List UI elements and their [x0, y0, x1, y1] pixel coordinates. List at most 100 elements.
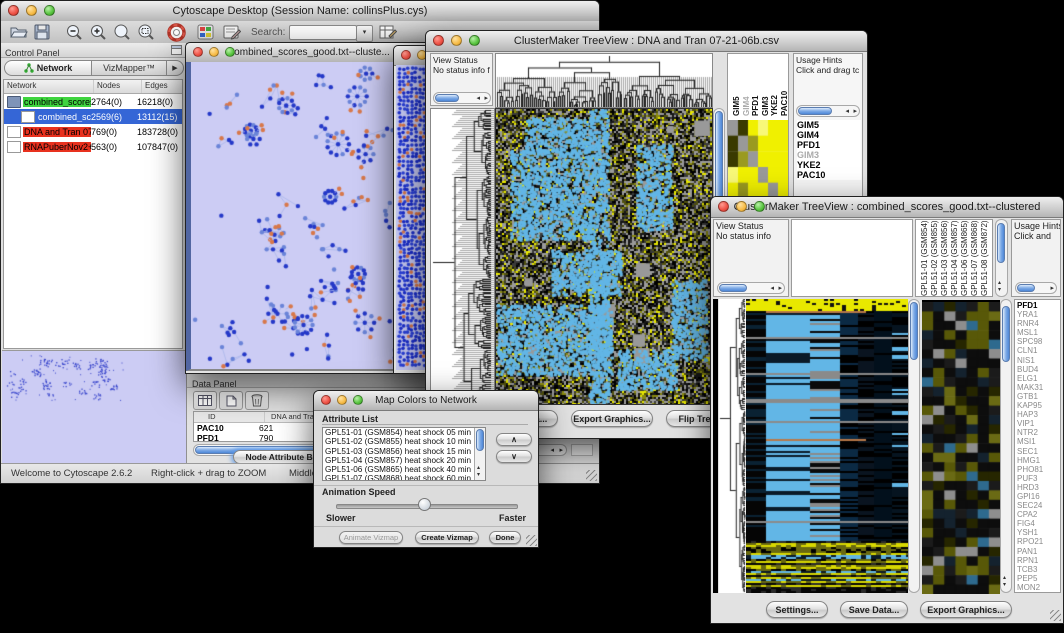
- gene-label[interactable]: PAN1: [1017, 547, 1060, 556]
- zoom-vscrollbar[interactable]: ▴ ▾: [1000, 299, 1012, 593]
- delete-attribute-icon[interactable]: [245, 391, 269, 410]
- scroll-right-arrow[interactable]: ▸: [853, 107, 857, 117]
- zoom-button[interactable]: [353, 395, 363, 405]
- close-button[interactable]: [8, 5, 19, 16]
- treeview1-titlebar[interactable]: ClusterMaker TreeView : DNA and Tran 07-…: [426, 31, 867, 52]
- gene-label[interactable]: YSH1: [1017, 528, 1060, 537]
- attribute-list-item[interactable]: GPL51-06 (GSM865) heat shock 40 min: [323, 465, 473, 474]
- labels-vscrollbar[interactable]: ▴ ▾: [995, 219, 1008, 297]
- animation-slider-thumb[interactable]: [418, 498, 431, 511]
- global-heatmap-canvas[interactable]: [746, 299, 908, 593]
- zoom-button[interactable]: [44, 5, 55, 16]
- network-row[interactable]: RNAPuberNov2+563(0)107847(0): [4, 139, 182, 154]
- gene-label[interactable]: RNR4: [1017, 319, 1060, 328]
- network-row[interactable]: DNA and Tran 07769(0)183728(0): [4, 124, 182, 139]
- gene-label[interactable]: GTB1: [1017, 392, 1060, 401]
- zoom-heatmap-canvas[interactable]: [922, 300, 1000, 594]
- attribute-list-vscroll[interactable]: ▴ ▾: [474, 428, 485, 480]
- heatmap-row-label[interactable]: GIM3: [797, 150, 861, 160]
- attribute-list-item[interactable]: GPL51-04 (GSM857) heat shock 20 min: [323, 456, 473, 465]
- tab-overflow-arrow[interactable]: ▶: [167, 60, 184, 76]
- scroll-thumb[interactable]: [1017, 284, 1035, 292]
- zoom-in-icon[interactable]: [89, 24, 107, 41]
- gene-label[interactable]: HRD3: [1017, 483, 1060, 492]
- search-dropdown-button[interactable]: ▾: [356, 25, 373, 42]
- network-row[interactable]: combined_scores2764(0)16218(0): [4, 94, 182, 109]
- scroll-left-arrow[interactable]: ◂: [845, 107, 849, 117]
- treeview2-titlebar[interactable]: ClusterMaker TreeView : combined_scores_…: [711, 197, 1063, 218]
- animate-vizmap-button[interactable]: Animate Vizmap: [339, 531, 403, 544]
- global-heatmap-canvas[interactable]: [495, 108, 713, 405]
- scroll-right-arrow[interactable]: ▸: [778, 284, 782, 294]
- gene-label[interactable]: PUF3: [1017, 474, 1060, 483]
- main-titlebar[interactable]: Cytoscape Desktop (Session Name: collins…: [1, 1, 599, 22]
- done-button[interactable]: Done: [489, 531, 521, 544]
- move-down-button[interactable]: ∨: [496, 450, 532, 463]
- float-panel-icon[interactable]: [171, 45, 182, 55]
- scroll-down-arrow[interactable]: ▾: [998, 287, 1001, 294]
- scroll-thumb[interactable]: [910, 302, 918, 360]
- gene-label[interactable]: BUD4: [1017, 365, 1060, 374]
- scroll-up-arrow[interactable]: ▴: [1003, 575, 1006, 582]
- attribute-list-item[interactable]: GPL51-03 (GSM856) heat shock 15 min: [323, 447, 473, 456]
- tab-network[interactable]: Network: [4, 60, 92, 76]
- network-row[interactable]: combined_sco2569(6)13112(15): [4, 109, 182, 124]
- vizmapper-icon[interactable]: [197, 24, 214, 40]
- usage-hints-hscroll[interactable]: ▸: [1015, 282, 1057, 294]
- heatmap-row-label[interactable]: YKE2: [797, 160, 861, 170]
- view-status-hscroll[interactable]: ◂ ▸: [717, 282, 785, 294]
- close-button[interactable]: [193, 47, 203, 57]
- new-attribute-icon[interactable]: [219, 391, 243, 410]
- attribute-list-item[interactable]: GPL51-07 (GSM868) heat shock 60 min: [323, 474, 473, 481]
- select-attributes-icon[interactable]: [193, 391, 217, 410]
- scroll-right-arrow[interactable]: ▸: [484, 94, 488, 104]
- export-graphics-button[interactable]: Export Graphics...: [571, 410, 653, 427]
- save-session-icon[interactable]: [34, 24, 50, 40]
- settings-button[interactable]: Settings...: [766, 601, 828, 618]
- scroll-down-arrow[interactable]: ▾: [477, 472, 480, 479]
- gene-label[interactable]: FIG4: [1017, 519, 1060, 528]
- attribute-list-item[interactable]: GPL51-01 (GSM854) heat shock 05 min: [323, 428, 473, 437]
- gene-label[interactable]: HMG1: [1017, 456, 1060, 465]
- gene-label[interactable]: RPN1: [1017, 556, 1060, 565]
- gene-label[interactable]: NTR2: [1017, 428, 1060, 437]
- scroll-thumb[interactable]: [1002, 306, 1010, 362]
- heatmap-vscrollbar[interactable]: [908, 299, 920, 593]
- close-button[interactable]: [433, 35, 444, 46]
- scroll-left-arrow[interactable]: ◂: [770, 284, 774, 294]
- row-dendrogram-canvas[interactable]: [430, 108, 495, 405]
- gene-label[interactable]: ELG1: [1017, 374, 1060, 383]
- scroll-up-arrow[interactable]: ▴: [477, 465, 480, 472]
- gene-label[interactable]: NIS1: [1017, 356, 1060, 365]
- gene-label[interactable]: MON2: [1017, 583, 1060, 592]
- close-button[interactable]: [321, 395, 331, 405]
- column-dendrogram-canvas[interactable]: [495, 53, 713, 108]
- scroll-right-arrow[interactable]: ▸: [559, 446, 563, 456]
- column-dendrogram-area[interactable]: [791, 219, 913, 297]
- zoom-selected-icon[interactable]: [113, 24, 131, 41]
- zoom-fit-icon[interactable]: [137, 24, 155, 41]
- zoom-button[interactable]: [225, 47, 235, 57]
- tab-vizmapper[interactable]: VizMapper™: [92, 60, 167, 76]
- export-graphics-button[interactable]: Export Graphics...: [920, 601, 1012, 618]
- gene-label[interactable]: SEC1: [1017, 447, 1060, 456]
- attribute-list-item[interactable]: GPL51-02 (GSM855) heat shock 10 min: [323, 437, 473, 446]
- usage-hints-hscroll[interactable]: ◂ ▸: [796, 105, 860, 117]
- minimize-button[interactable]: [451, 35, 462, 46]
- zoom-button[interactable]: [754, 201, 765, 212]
- gene-label[interactable]: MSI1: [1017, 437, 1060, 446]
- heatmap-row-label[interactable]: PAC10: [797, 170, 861, 180]
- attribute-browser-icon[interactable]: [379, 24, 397, 40]
- gene-label[interactable]: CLN1: [1017, 346, 1060, 355]
- view-status-hscroll[interactable]: ◂ ▸: [433, 92, 491, 104]
- scroll-thumb[interactable]: [476, 429, 484, 451]
- minimize-button[interactable]: [337, 395, 347, 405]
- gene-label[interactable]: MSL1: [1017, 328, 1060, 337]
- gene-label[interactable]: RPO21: [1017, 537, 1060, 546]
- minimize-button[interactable]: [736, 201, 747, 212]
- heatmap-row-label[interactable]: GIM5: [797, 120, 861, 130]
- scroll-up-arrow[interactable]: ▴: [998, 280, 1001, 287]
- zoom-button[interactable]: [469, 35, 480, 46]
- minimize-button[interactable]: [209, 47, 219, 57]
- gene-label[interactable]: YRA1: [1017, 310, 1060, 319]
